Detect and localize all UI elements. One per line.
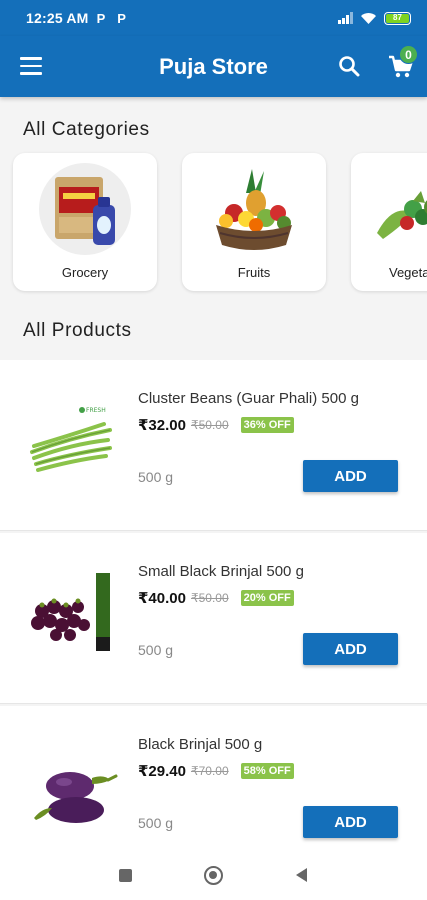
home-icon[interactable]: [204, 866, 223, 885]
fruit-basket-image: [216, 169, 292, 250]
back-icon[interactable]: [296, 868, 307, 882]
svg-text:FRESH: FRESH: [86, 407, 106, 414]
discount-badge: 20% OFF: [240, 590, 294, 606]
category-card-grocery[interactable]: Grocery: [13, 153, 157, 291]
categories-title: All Categories: [23, 119, 150, 140]
add-to-cart-button[interactable]: ADD: [303, 806, 398, 838]
product-mrp: ₹50.00: [190, 591, 229, 605]
price-row: ₹29.40 ₹70.00 58% OFF: [138, 762, 294, 780]
category-label: Fruits: [237, 265, 271, 280]
category-card-vegetables[interactable]: Vegeta: [351, 153, 427, 291]
discount-badge: 36% OFF: [240, 417, 294, 433]
notification-icon: P: [96, 10, 106, 26]
search-icon[interactable]: [338, 55, 360, 77]
add-to-cart-button[interactable]: ADD: [303, 460, 398, 492]
signal-icon: [338, 12, 353, 24]
app-bar: Puja Store 0: [0, 36, 427, 97]
cluster-beans-image: FRESH: [30, 407, 112, 472]
add-to-cart-button[interactable]: ADD: [303, 633, 398, 665]
product-mrp: ₹70.00: [190, 764, 229, 778]
notification-icon: P: [117, 10, 126, 26]
vegetables-image: [377, 191, 427, 239]
app-screen: 12:25 AM P P 87 Puja Store 0 All Categor…: [0, 0, 427, 900]
status-time: 12:25 AM: [26, 10, 89, 26]
small-black-brinjal-image: [31, 573, 110, 651]
battery-icon: 87: [384, 11, 411, 25]
product-card[interactable]: Small Black Brinjal 500 g ₹40.00 ₹50.00 …: [0, 533, 427, 704]
product-weight: 500 g: [138, 642, 174, 658]
product-mrp: ₹50.00: [190, 418, 229, 432]
category-label: Vegeta: [389, 265, 427, 280]
status-bar: 12:25 AM P P 87: [0, 0, 427, 36]
app-title: Puja Store: [159, 54, 268, 79]
price-row: ₹32.00 ₹50.00 36% OFF: [138, 416, 294, 434]
grocery-pack-image: [39, 163, 131, 255]
product-name: Cluster Beans (Guar Phali) 500 g: [138, 390, 359, 407]
battery-level: 87: [386, 13, 409, 23]
price-row: ₹40.00 ₹50.00 20% OFF: [138, 589, 294, 607]
category-label: Grocery: [61, 265, 109, 280]
cart-count-badge: 0: [399, 45, 418, 64]
system-nav-bar: [0, 852, 427, 900]
product-card[interactable]: FRESH Cluster Beans (Guar Phali) 500 g ₹…: [0, 360, 427, 531]
product-price: ₹32.00: [138, 417, 186, 434]
product-card[interactable]: Black Brinjal 500 g ₹29.40 ₹70.00 58% OF…: [0, 706, 427, 856]
product-weight: 500 g: [138, 815, 174, 831]
products-title: All Products: [23, 320, 132, 341]
discount-badge: 58% OFF: [240, 763, 294, 779]
category-card-fruits[interactable]: Fruits: [182, 153, 326, 291]
wifi-icon: [361, 12, 376, 24]
product-price: ₹29.40: [138, 763, 186, 780]
black-brinjal-image: [34, 772, 118, 823]
product-price: ₹40.00: [138, 590, 186, 607]
recents-icon[interactable]: [119, 869, 132, 882]
product-weight: 500 g: [138, 469, 174, 485]
product-name: Black Brinjal 500 g: [138, 736, 263, 753]
product-name: Small Black Brinjal 500 g: [138, 563, 304, 580]
status-icons: 87: [338, 11, 411, 25]
